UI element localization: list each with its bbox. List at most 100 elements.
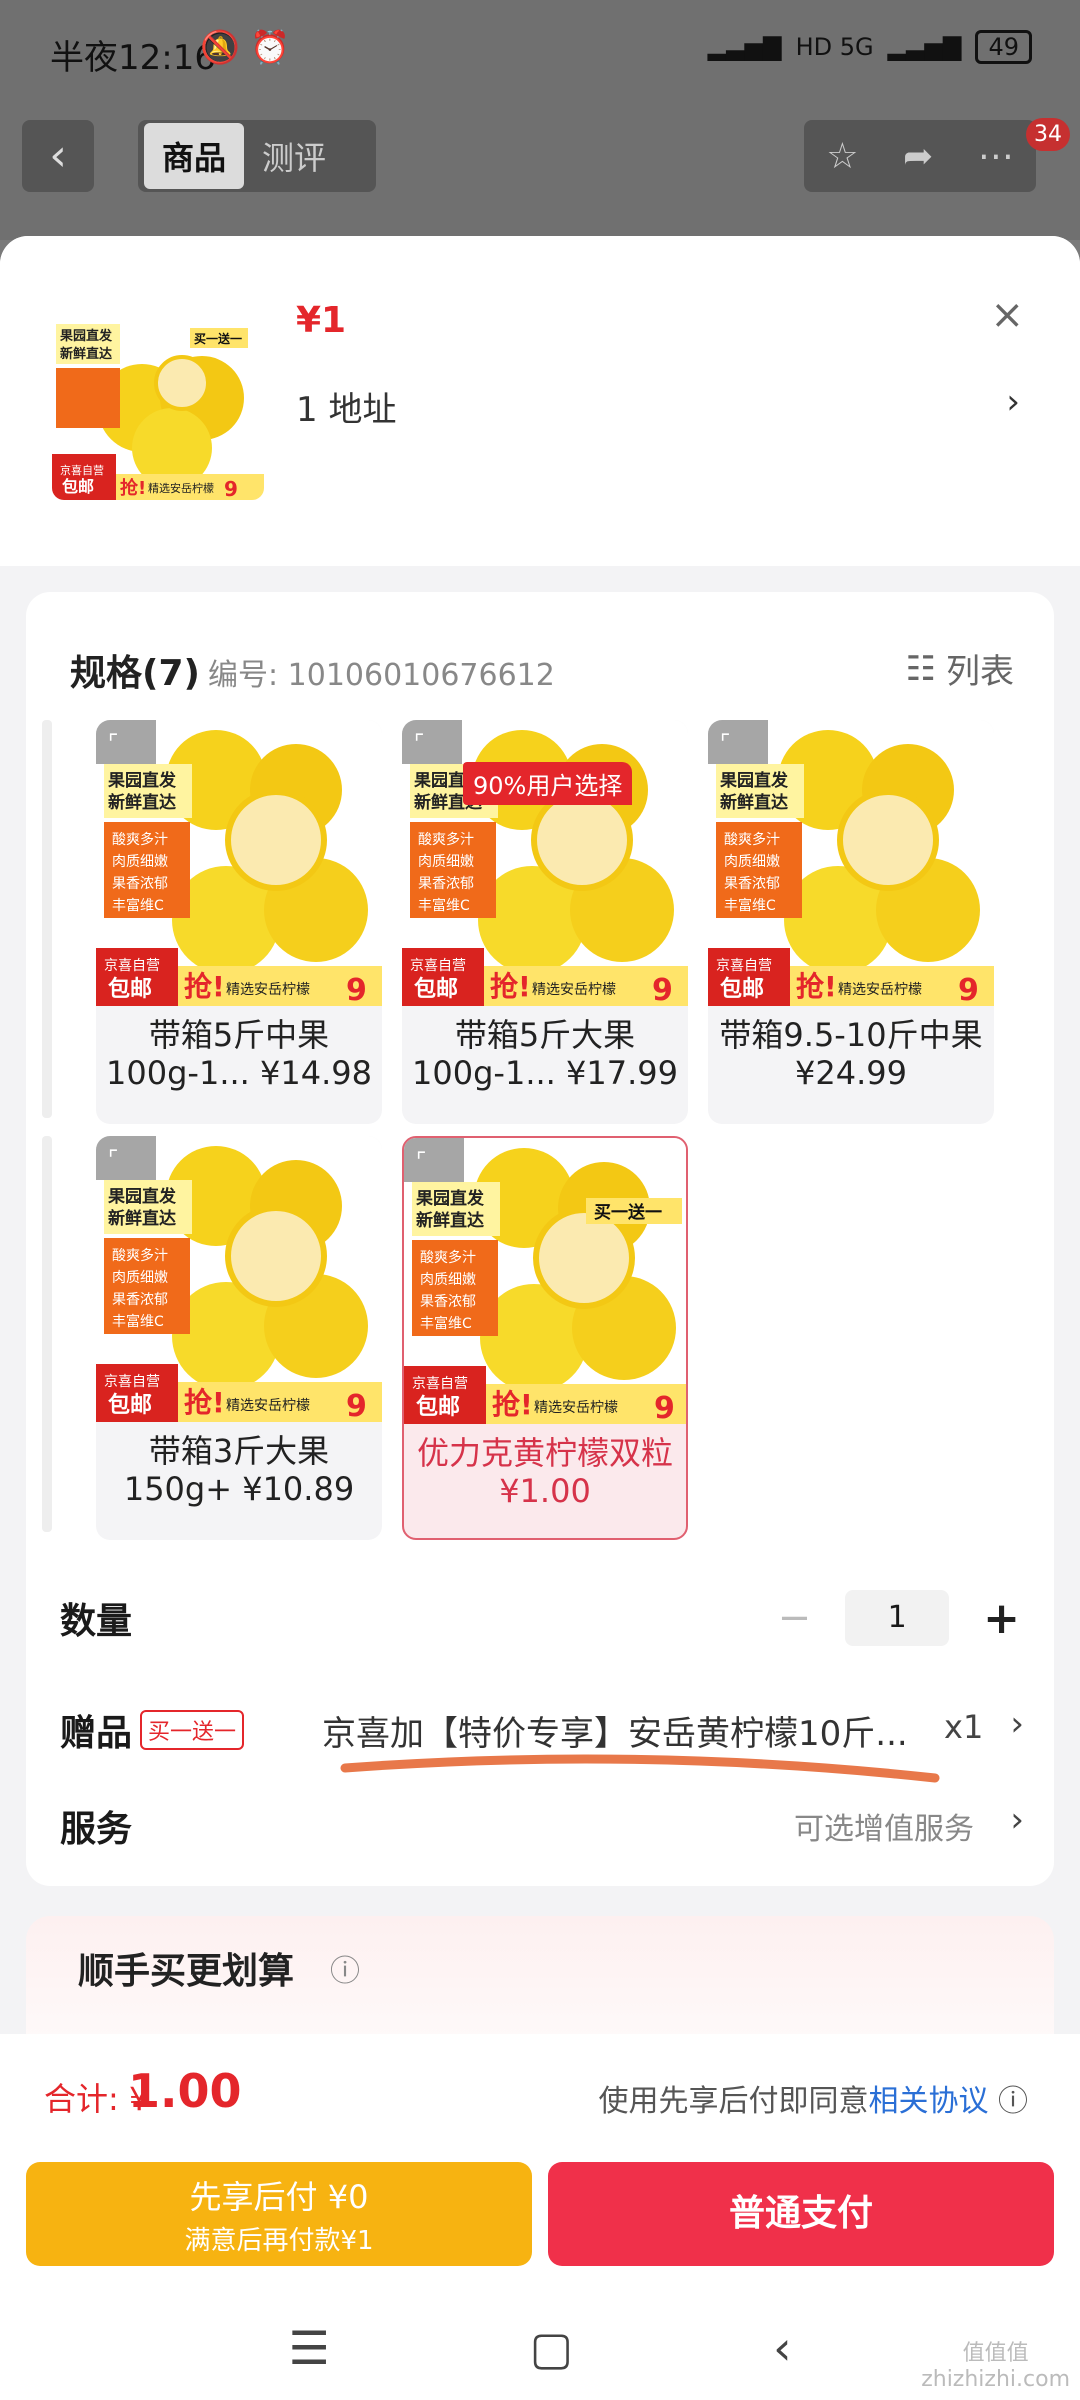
chevron-right-icon[interactable]: › — [1010, 1704, 1024, 1744]
img-text: 肉质细嫩 — [724, 854, 780, 870]
img-text: 新鲜直达 — [416, 1210, 484, 1231]
img-text: 抢! — [796, 970, 837, 1003]
signal-icon: ▂▃▅▇ — [707, 33, 782, 61]
expand-icon: ⌜ — [416, 1149, 426, 1174]
agreement-link[interactable]: 相关协议 — [868, 2084, 988, 2119]
checkout-bar: 合计: ¥ 1.00 使用先享后付即同意相关协议 ⓘ 先享后付 ¥0 满意后再付… — [0, 2034, 1080, 2400]
recommend-title: 顺手买更划算 — [78, 1951, 295, 1992]
decrease-button[interactable]: − — [778, 1595, 812, 1641]
segment-tabs: 商品 测评 — [138, 120, 376, 192]
sku-image: ⌜ 果园直发新鲜直达酸爽多汁肉质细嫩果香浓郁丰富维C 京喜自营包邮 抢! 精选安岳柠檬 9 — [96, 720, 382, 1006]
list-icon: ☷ — [905, 648, 936, 689]
watermark: 值值值 zhizhizhi.com — [921, 2341, 1070, 2392]
gift-tag: 买一送一 — [140, 1710, 245, 1750]
pay-now-button[interactable]: 普通支付 — [548, 2162, 1054, 2266]
thumb-self: 京喜自营 — [60, 463, 104, 477]
img-text: 抢! — [492, 1388, 533, 1421]
img-text: 9 — [654, 1391, 675, 1424]
tab-product[interactable]: 商品 — [144, 123, 245, 189]
pay-later-button[interactable]: 先享后付 ¥0 满意后再付款¥1 — [26, 2162, 532, 2266]
agreement-prefix: 使用先享后付即同意 — [598, 2084, 869, 2119]
img-text: 酸爽多汁 — [112, 1247, 168, 1264]
pay-later-label: 先享后付 ¥0 — [189, 2178, 369, 2216]
img-text: 酸爽多汁 — [418, 831, 474, 848]
quantity-value[interactable]: 1 — [845, 1590, 950, 1646]
img-text: 肉质细嫩 — [418, 854, 474, 870]
thumb-ship: 包邮 — [62, 477, 94, 496]
message-badge: 34 — [1026, 118, 1070, 151]
divider-card — [26, 536, 1054, 566]
home-icon[interactable]: ▢ — [530, 2321, 573, 2375]
expand-icon: ⌜ — [108, 731, 118, 756]
img-text: 精选安岳柠檬 — [532, 982, 616, 998]
img-text: 新鲜直达 — [720, 792, 788, 813]
img-text: 丰富维C — [420, 1315, 472, 1332]
star-icon[interactable]: ☆ — [826, 136, 858, 177]
product-thumbnail: 果园直发 新鲜直达 买一送一 京喜自营 包邮 抢! 精选安岳柠檬 9 — [52, 288, 264, 500]
sku-name: 带箱9.5-10斤中果 ¥24.99 — [719, 1016, 983, 1092]
scroll-edge — [42, 1136, 52, 1532]
sku-image: ⌜ 果园直发新鲜直达酸爽多汁肉质细嫩果香浓郁丰富维C 京喜自营包邮 抢! 精选安岳柠檬 9 — [708, 720, 994, 1006]
img-text: 精选安岳柠檬 — [534, 1400, 618, 1416]
tab-review[interactable]: 测评 — [252, 123, 336, 189]
img-text: 果香浓郁 — [420, 1294, 476, 1310]
pay-later-sub: 满意后再付款¥1 — [184, 2226, 374, 2256]
info-icon[interactable]: ⓘ — [998, 2084, 1028, 2119]
quantity-stepper: − 1 + — [778, 1590, 1020, 1646]
close-icon[interactable]: × — [990, 292, 1024, 338]
battery-icon: 49 — [975, 30, 1032, 64]
scroll-edge — [42, 720, 52, 1118]
sku-option[interactable]: ⌜ 果园直发 新鲜直达 酸爽多汁 肉质细嫩 果香浓郁 丰富维C 京喜自营 包邮 抢! 精选安岳柠檬 9… — [96, 720, 382, 1124]
chevron-right-icon[interactable]: › — [1006, 382, 1020, 422]
img-text: 抢! — [184, 1386, 225, 1419]
img-text: 酸爽多汁 — [420, 1249, 476, 1266]
selected-price: ¥1 — [296, 300, 347, 341]
info-icon[interactable]: ⓘ — [330, 1946, 360, 1990]
sku-image: ⌜ 果园直发新鲜直达酸爽多汁肉质细嫩果香浓郁丰富维C 京喜自营包邮 抢! 精选安岳柠檬 9 — [96, 1136, 382, 1422]
status-bar: 半夜12:16 🔕 ⏰ ▂▃▅▇ HD 5G ▂▃▅▇ 49 — [0, 0, 1080, 100]
img-text: 包邮 — [108, 1392, 152, 1418]
thumb-text-2: 新鲜直达 — [60, 346, 112, 362]
img-text: 果香浓郁 — [112, 876, 168, 892]
more-icon[interactable]: ⋯ — [978, 136, 1014, 177]
increase-button[interactable]: + — [983, 1593, 1020, 1644]
back-button[interactable]: ‹ — [22, 120, 94, 192]
chevron-right-icon[interactable]: › — [1010, 1800, 1024, 1840]
img-text: 京喜自营 — [104, 958, 160, 974]
img-text: 丰富维C — [112, 897, 164, 914]
img-text: 包邮 — [108, 976, 152, 1002]
share-icon[interactable]: ➦ — [903, 136, 933, 177]
spec-title: 规格(7) — [70, 653, 200, 694]
img-text: 京喜自营 — [410, 958, 466, 974]
thumb-text-1: 果园直发 — [59, 328, 113, 344]
total-amount: 1.00 — [128, 2064, 242, 2118]
expand-icon: ⌜ — [108, 1147, 118, 1172]
sku-name: 优力克黄柠檬双粒 ¥1.00 — [416, 1434, 673, 1510]
expand-icon: ⌜ — [414, 731, 424, 756]
expand-icon: ⌜ — [720, 731, 730, 756]
img-text: 买一送一 — [594, 1202, 662, 1223]
sku-option[interactable]: ⌜ 果园直发 新鲜直达 酸爽多汁 肉质细嫩 果香浓郁 丰富维C 京喜自营 包邮 抢! 精选安岳柠檬 9… — [96, 1136, 382, 1540]
img-text: 丰富维C — [724, 897, 776, 914]
address-row[interactable]: 1 地址 — [296, 382, 396, 431]
status-icons: 🔕 ⏰ — [200, 28, 290, 66]
img-text: 肉质细嫩 — [112, 1270, 168, 1286]
list-view-toggle[interactable]: ☷ 列表 — [906, 644, 1014, 693]
sku-option[interactable]: ⌜ 果园直发 新鲜直达 酸爽多汁 肉质细嫩 果香浓郁 丰富维C 买一送一 京喜自营 包邮 抢! 精选安… — [402, 1136, 688, 1540]
img-text: 精选安岳柠檬 — [226, 1398, 310, 1414]
service-option[interactable]: 可选增值服务 — [794, 1804, 974, 1848]
spec-code: 编号: 10106010676612 — [208, 658, 555, 693]
sku-option[interactable]: ⌜ 果园直发 新鲜直达 酸爽多汁 肉质细嫩 果香浓郁 丰富维C 京喜自营 包邮 抢! 精选安岳柠檬 9… — [708, 720, 994, 1124]
img-text: 酸爽多汁 — [112, 831, 168, 848]
menu-icon[interactable]: ☰ — [288, 2321, 329, 2375]
status-time: 半夜12:16 — [50, 38, 216, 78]
back-icon[interactable]: ‹ — [773, 2321, 791, 2375]
img-text: 果园直发 — [416, 1188, 485, 1209]
signal-icon-2: ▂▃▅▇ — [887, 33, 962, 61]
img-text: 抢! — [490, 970, 531, 1003]
img-text: 9 — [652, 973, 673, 1006]
thumb-nine: 9 — [224, 477, 238, 500]
sku-image: ⌜ 果园直发新鲜直达酸爽多汁肉质细嫩果香浓郁丰富维C 买一送一京喜自营包邮 抢! 精选安… — [404, 1138, 686, 1424]
tool-group: ☆ ➦ ⋯ — [804, 120, 1036, 192]
img-text: 新鲜直达 — [108, 792, 176, 813]
